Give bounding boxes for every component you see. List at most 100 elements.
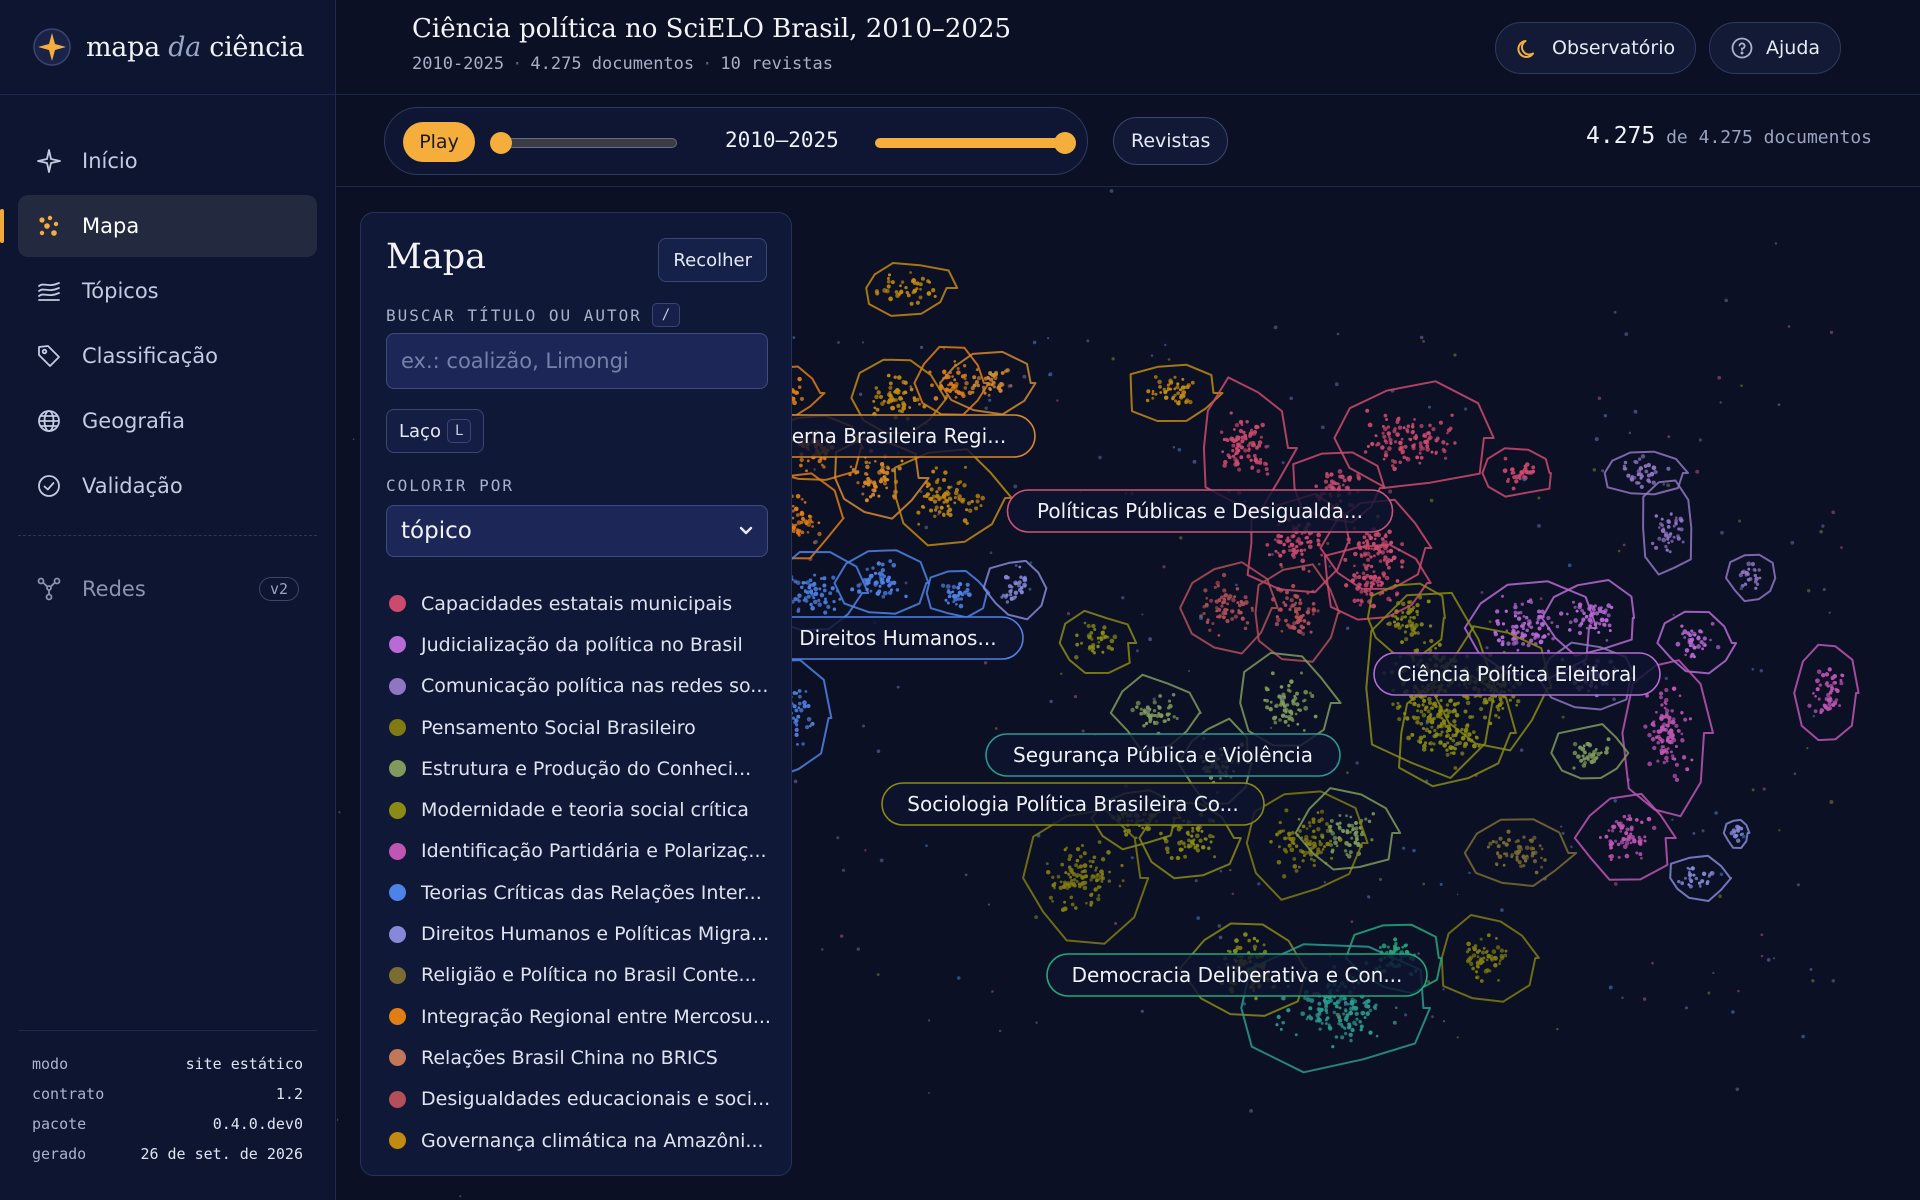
- map-point[interactable]: [1529, 470, 1534, 475]
- map-point[interactable]: [1621, 996, 1624, 999]
- map-point[interactable]: [1701, 871, 1707, 876]
- map-point[interactable]: [1022, 374, 1027, 379]
- map-point[interactable]: [1497, 716, 1501, 719]
- map-point[interactable]: [1612, 697, 1616, 701]
- map-point[interactable]: [886, 276, 890, 281]
- map-point[interactable]: [1354, 1023, 1358, 1026]
- map-point[interactable]: [1824, 672, 1830, 677]
- map-point[interactable]: [1513, 604, 1518, 610]
- map-point[interactable]: [1526, 599, 1531, 604]
- map-point[interactable]: [909, 387, 914, 392]
- map-point[interactable]: [1303, 548, 1307, 552]
- map-point[interactable]: [1511, 637, 1515, 642]
- map-point[interactable]: [1229, 411, 1233, 415]
- map-point[interactable]: [1340, 828, 1346, 833]
- map-point[interactable]: [874, 386, 879, 390]
- map-point[interactable]: [1175, 716, 1179, 720]
- map-point[interactable]: [1166, 706, 1171, 710]
- map-point[interactable]: [1181, 390, 1187, 395]
- map-point[interactable]: [1329, 483, 1333, 487]
- map-point[interactable]: [970, 499, 974, 504]
- map-point[interactable]: [1180, 847, 1184, 851]
- map-point[interactable]: [897, 375, 902, 380]
- map-point[interactable]: [1406, 735, 1411, 741]
- map-point[interactable]: [1664, 702, 1668, 706]
- map-point[interactable]: [1661, 537, 1667, 543]
- map-point[interactable]: [1431, 706, 1435, 710]
- map-point[interactable]: [1500, 955, 1505, 960]
- map-point[interactable]: [1078, 854, 1083, 859]
- map-point[interactable]: [1579, 622, 1584, 626]
- map-point[interactable]: [1448, 426, 1453, 431]
- map-point[interactable]: [1522, 615, 1526, 618]
- map-point[interactable]: [1401, 611, 1405, 614]
- map-point[interactable]: [1634, 818, 1639, 822]
- map-point[interactable]: [1250, 466, 1254, 471]
- map-point[interactable]: [1751, 668, 1755, 671]
- map-point[interactable]: [1393, 947, 1397, 951]
- map-point[interactable]: [1367, 422, 1373, 428]
- map-point[interactable]: [1181, 841, 1186, 846]
- map-point[interactable]: [1664, 755, 1669, 761]
- map-point[interactable]: [956, 481, 961, 486]
- map-point[interactable]: [1827, 667, 1832, 672]
- map-point[interactable]: [1213, 585, 1217, 590]
- map-point[interactable]: [1686, 631, 1691, 636]
- map-point[interactable]: [1157, 704, 1160, 708]
- map-point[interactable]: [1345, 828, 1350, 833]
- map-point[interactable]: [1538, 640, 1543, 645]
- map-point[interactable]: [1445, 703, 1450, 707]
- map-point[interactable]: [1287, 684, 1291, 688]
- map-point[interactable]: [1282, 600, 1286, 605]
- map-point[interactable]: [1605, 747, 1609, 751]
- map-point[interactable]: [1502, 840, 1506, 845]
- map-point[interactable]: [975, 499, 980, 504]
- map-point[interactable]: [1074, 863, 1079, 868]
- map-point[interactable]: [912, 289, 917, 294]
- map-point[interactable]: [993, 375, 998, 381]
- map-point[interactable]: [1444, 734, 1449, 739]
- map-point[interactable]: [1616, 842, 1621, 847]
- map-point[interactable]: [1288, 607, 1292, 612]
- map-point[interactable]: [1359, 1028, 1363, 1032]
- map-point[interactable]: [963, 373, 968, 378]
- map-point[interactable]: [1007, 384, 1012, 388]
- map-point[interactable]: [960, 499, 965, 504]
- map-point[interactable]: [1515, 857, 1519, 861]
- map-point[interactable]: [887, 273, 892, 277]
- map-point[interactable]: [1086, 339, 1090, 343]
- map-point[interactable]: [1438, 740, 1443, 745]
- map-point[interactable]: [1439, 721, 1444, 726]
- map-point[interactable]: [1434, 646, 1437, 650]
- map-point[interactable]: [1191, 826, 1195, 830]
- map-point[interactable]: [1309, 857, 1313, 861]
- map-point[interactable]: [1669, 532, 1673, 536]
- map-point[interactable]: [1714, 811, 1718, 815]
- map-point[interactable]: [1425, 444, 1430, 449]
- map-point[interactable]: [1343, 1026, 1347, 1030]
- map-point[interactable]: [1320, 425, 1325, 430]
- map-point[interactable]: [1422, 734, 1426, 739]
- map-point[interactable]: [1606, 613, 1611, 618]
- map-point[interactable]: [946, 512, 950, 516]
- map-point[interactable]: [1281, 1020, 1285, 1025]
- map-point[interactable]: [874, 289, 880, 294]
- map-point[interactable]: [928, 1019, 931, 1022]
- map-point[interactable]: [1096, 636, 1100, 640]
- map-point[interactable]: [1287, 843, 1292, 848]
- map-point[interactable]: [1428, 624, 1433, 628]
- map-point[interactable]: [1088, 859, 1092, 863]
- map-point[interactable]: [1585, 741, 1590, 746]
- map-point[interactable]: [1415, 609, 1419, 614]
- map-point[interactable]: [871, 566, 875, 570]
- map-point[interactable]: [1232, 948, 1238, 954]
- map-point[interactable]: [1666, 483, 1671, 488]
- map-point[interactable]: [1279, 534, 1284, 539]
- map-point[interactable]: [1519, 864, 1523, 869]
- map-point[interactable]: [1335, 822, 1339, 826]
- map-point[interactable]: [1219, 869, 1223, 873]
- map-point[interactable]: [1395, 591, 1400, 596]
- map-point[interactable]: [1355, 571, 1359, 575]
- map-point[interactable]: [1060, 862, 1065, 867]
- map-point[interactable]: [1330, 856, 1334, 860]
